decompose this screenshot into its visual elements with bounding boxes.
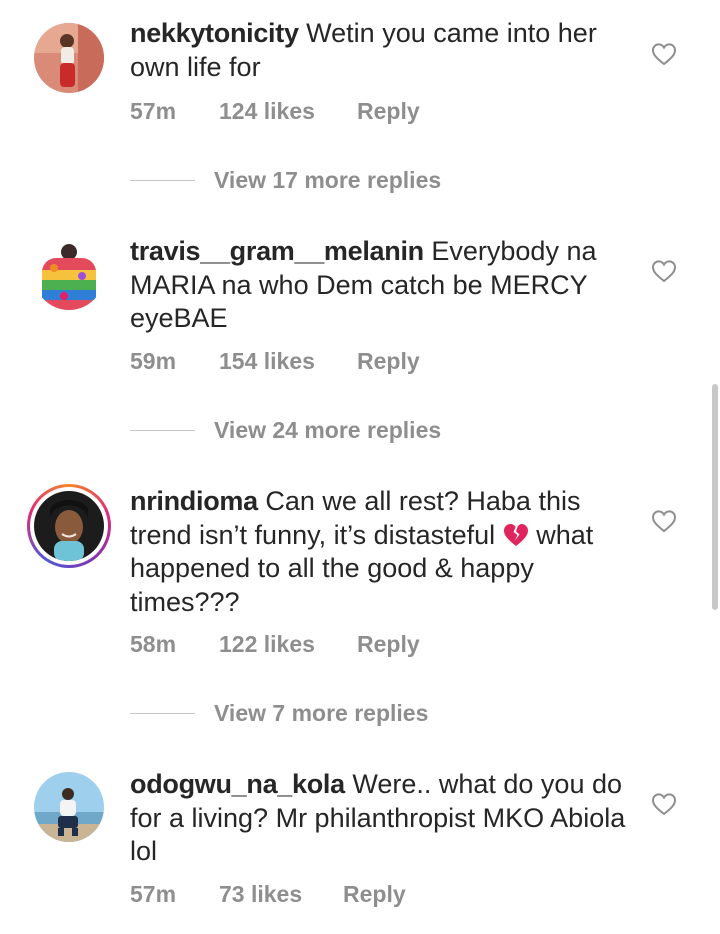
reply-button[interactable]: Reply <box>343 881 406 908</box>
reply-button[interactable]: Reply <box>357 631 420 658</box>
replies-divider <box>130 180 195 181</box>
comment-time: 57m <box>130 881 177 907</box>
comment-text: odogwu_na_kola Were.. what do you do for… <box>130 768 630 869</box>
avatar-with-story-ring[interactable] <box>27 484 111 568</box>
comment-username[interactable]: odogwu_na_kola <box>130 769 345 799</box>
avatar <box>34 491 104 561</box>
heart-outline-icon[interactable] <box>651 509 677 533</box>
comments-screen: nekkytonicity Wetin you came into her ow… <box>0 0 720 934</box>
comment-username[interactable]: nrindioma <box>130 486 258 516</box>
replies-divider <box>130 713 195 714</box>
view-more-label: View 7 more replies <box>214 700 429 726</box>
reply-button[interactable]: Reply <box>357 348 420 375</box>
broken-heart-icon <box>503 523 528 546</box>
comment-likes[interactable]: 122 likes <box>219 631 357 658</box>
avatar[interactable] <box>34 240 104 310</box>
avatar[interactable] <box>34 772 104 842</box>
comment-time: 58m <box>130 631 177 657</box>
scrollbar[interactable] <box>712 384 718 610</box>
view-more-replies[interactable]: View 17 more replies <box>130 167 441 194</box>
comment-time: 59m <box>130 348 177 374</box>
comment-meta: 57m 124 likes Reply <box>130 98 420 125</box>
avatar-photo <box>34 772 104 842</box>
heart-outline-icon[interactable] <box>651 42 677 66</box>
story-ring <box>30 487 108 565</box>
comment-meta: 57m 73 likes Reply <box>130 881 406 908</box>
view-more-replies[interactable]: View 24 more replies <box>130 417 441 444</box>
view-more-label: View 24 more replies <box>214 417 442 443</box>
comment-text: travis__gram__melanin Everybody na MARIA… <box>130 235 630 336</box>
avatar-photo <box>34 491 104 561</box>
avatar[interactable] <box>34 23 104 93</box>
view-more-label: View 17 more replies <box>214 167 442 193</box>
comment-username[interactable]: nekkytonicity <box>130 18 299 48</box>
comment-likes[interactable]: 154 likes <box>219 348 357 375</box>
view-more-replies[interactable]: View 7 more replies <box>130 700 428 727</box>
comment-likes[interactable]: 73 likes <box>219 881 343 908</box>
heart-outline-icon[interactable] <box>651 792 677 816</box>
reply-button[interactable]: Reply <box>357 98 420 125</box>
replies-divider <box>130 430 195 431</box>
comment-text: nekkytonicity Wetin you came into her ow… <box>130 17 630 84</box>
comment-username[interactable]: travis__gram__melanin <box>130 236 424 266</box>
comment-time: 57m <box>130 98 177 124</box>
avatar-photo <box>34 23 104 93</box>
comment-meta: 59m 154 likes Reply <box>130 348 420 375</box>
comment-likes[interactable]: 124 likes <box>219 98 357 125</box>
heart-outline-icon[interactable] <box>651 259 677 283</box>
comment-meta: 58m 122 likes Reply <box>130 631 420 658</box>
avatar-photo <box>34 240 104 310</box>
comment-text: nrindioma Can we all rest? Haba this tre… <box>130 485 630 619</box>
